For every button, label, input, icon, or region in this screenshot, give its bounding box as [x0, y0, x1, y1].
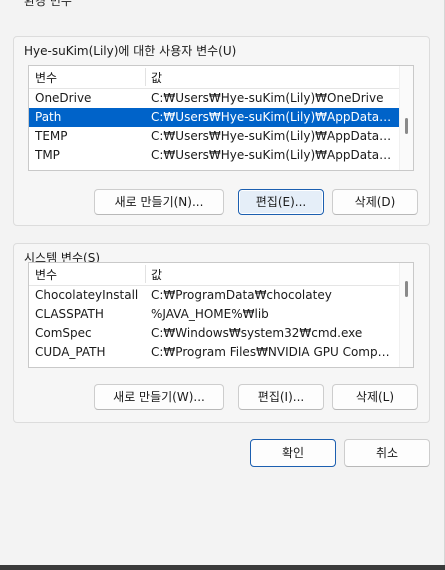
variable-value: C:₩Users₩Hye-suKim(Lily)₩AppData₩Local..… — [151, 148, 397, 162]
column-header-name[interactable]: 변수 — [35, 69, 57, 86]
variable-name: CLASSPATH — [35, 307, 104, 321]
column-header-name[interactable]: 변수 — [35, 266, 57, 283]
table-row[interactable]: CLASSPATH %JAVA_HOME%₩lib — [29, 305, 401, 324]
column-divider[interactable] — [145, 265, 146, 283]
table-row[interactable]: TEMP C:₩Users₩Hye-suKim(Lily)₩AppData₩Lo… — [29, 127, 401, 146]
column-header-value[interactable]: 값 — [151, 69, 162, 86]
system-variables-list[interactable]: 변수 값 ChocolateyInstall C:₩ProgramData₩ch… — [28, 262, 414, 368]
table-row-selected[interactable]: Path C:₩Users₩Hye-suKim(Lily)₩AppData₩Lo… — [29, 108, 401, 127]
table-row[interactable]: ComSpec C:₩Windows₩system32₩cmd.exe — [29, 324, 401, 343]
user-new-button[interactable]: 새로 만들기(N)... — [94, 189, 224, 215]
user-variables-label: Hye-suKim(Lily)에 대한 사용자 변수(U) — [24, 44, 237, 58]
table-row[interactable]: TMP C:₩Users₩Hye-suKim(Lily)₩AppData₩Loc… — [29, 146, 401, 165]
scrollbar-thumb[interactable] — [405, 281, 408, 297]
variable-value: C:₩Program Files₩NVIDIA GPU Computing... — [151, 345, 397, 359]
system-delete-button[interactable]: 삭제(L) — [332, 384, 418, 410]
system-variables-group: 시스템 변수(S) 변수 값 ChocolateyInstall C:₩Prog… — [13, 243, 430, 423]
column-header-value[interactable]: 값 — [151, 266, 162, 283]
user-variables-group: Hye-suKim(Lily)에 대한 사용자 변수(U) 변수 값 OneDr… — [13, 36, 430, 226]
table-row[interactable]: ChocolateyInstall C:₩ProgramData₩chocola… — [29, 286, 401, 305]
variable-name: OneDrive — [35, 91, 92, 105]
variable-name: CUDA_PATH — [35, 345, 106, 359]
system-variables-rows: ChocolateyInstall C:₩ProgramData₩chocola… — [29, 286, 401, 362]
environment-variables-dialog: 환경 변수 Hye-suKim(Lily)에 대한 사용자 변수(U) 변수 값… — [0, 0, 445, 565]
vertical-scrollbar[interactable] — [399, 263, 413, 367]
variable-name: Path — [35, 110, 62, 124]
user-edit-button[interactable]: 편집(E)... — [238, 189, 324, 215]
system-variables-header: 변수 값 — [29, 263, 401, 286]
table-row[interactable]: CUDA_PATH C:₩Program Files₩NVIDIA GPU Co… — [29, 343, 401, 362]
user-variables-list[interactable]: 변수 값 OneDrive C:₩Users₩Hye-suKim(Lily)₩O… — [28, 65, 414, 171]
cancel-button[interactable]: 취소 — [344, 439, 430, 467]
user-variables-header: 변수 값 — [29, 66, 401, 89]
variable-name: TMP — [35, 148, 60, 162]
variable-value: C:₩Windows₩system32₩cmd.exe — [151, 326, 363, 340]
variable-value: C:₩Users₩Hye-suKim(Lily)₩AppData₩Local..… — [151, 110, 397, 124]
variable-value: C:₩Users₩Hye-suKim(Lily)₩OneDrive — [151, 91, 384, 105]
ok-button[interactable]: 확인 — [250, 439, 336, 467]
table-row[interactable]: OneDrive C:₩Users₩Hye-suKim(Lily)₩OneDri… — [29, 89, 401, 108]
vertical-scrollbar[interactable] — [399, 66, 413, 170]
variable-name: TEMP — [35, 129, 68, 143]
user-variables-rows: OneDrive C:₩Users₩Hye-suKim(Lily)₩OneDri… — [29, 89, 401, 165]
system-edit-button[interactable]: 편집(I)... — [238, 384, 324, 410]
variable-value: C:₩Users₩Hye-suKim(Lily)₩AppData₩Local..… — [151, 129, 397, 143]
scrollbar-thumb[interactable] — [405, 118, 408, 134]
window-title: 환경 변수 — [24, 0, 72, 8]
user-delete-button[interactable]: 삭제(D) — [332, 189, 418, 215]
variable-value: %JAVA_HOME%₩lib — [151, 307, 269, 321]
system-new-button[interactable]: 새로 만들기(W)... — [94, 384, 224, 410]
variable-name: ComSpec — [35, 326, 92, 340]
column-divider[interactable] — [145, 68, 146, 86]
variable-value: C:₩ProgramData₩chocolatey — [151, 288, 332, 302]
variable-name: ChocolateyInstall — [35, 288, 139, 302]
